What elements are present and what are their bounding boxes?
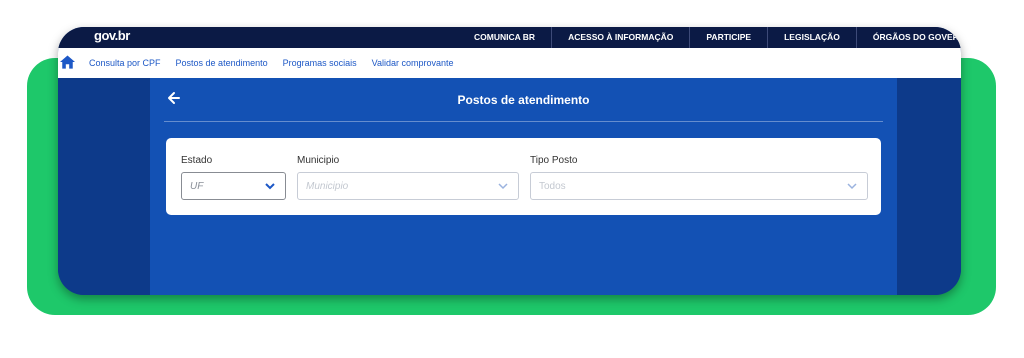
- topbar-link-acesso-informacao[interactable]: ACESSO À INFORMAÇÃO: [551, 27, 689, 48]
- municipio-select[interactable]: Municipio: [297, 172, 519, 200]
- nav-link-programas-sociais[interactable]: Programas sociais: [283, 48, 357, 78]
- nav-link-postos-atendimento[interactable]: Postos de atendimento: [176, 48, 268, 78]
- title-divider: [164, 121, 883, 122]
- home-icon[interactable]: [60, 55, 75, 69]
- page-title: Postos de atendimento: [457, 93, 590, 107]
- right-gutter: [897, 78, 961, 295]
- nav-links: Consulta por CPF Postos de atendimento P…: [89, 48, 469, 78]
- topbar-link-participe[interactable]: PARTICIPE: [689, 27, 767, 48]
- filter-card: Estado UF Municipio Municipio Tipo Posto…: [166, 138, 881, 215]
- estado-value: UF: [190, 181, 204, 192]
- govbr-logo[interactable]: gov.br: [94, 28, 130, 43]
- tipo-posto-placeholder: Todos: [539, 181, 566, 192]
- gov-topbar: gov.br COMUNICA BR ACESSO À INFORMAÇÃO P…: [58, 27, 961, 48]
- topbar-link-comunica[interactable]: COMUNICA BR: [458, 27, 551, 48]
- topbar-link-orgaos[interactable]: ÓRGÃOS DO GOVERNO: [855, 27, 961, 48]
- municipio-placeholder: Municipio: [306, 181, 349, 192]
- main-panel: Postos de atendimento Estado UF Municipi…: [150, 78, 897, 295]
- estado-label: Estado: [181, 155, 213, 166]
- left-gutter: [58, 78, 150, 295]
- topbar-links: COMUNICA BR ACESSO À INFORMAÇÃO PARTICIP…: [458, 27, 961, 48]
- tipo-posto-select[interactable]: Todos: [530, 172, 868, 200]
- municipio-label: Municipio: [297, 155, 340, 166]
- nav-link-consulta-cpf[interactable]: Consulta por CPF: [89, 48, 161, 78]
- chevron-down-icon: [265, 183, 275, 190]
- site-navbar: Consulta por CPF Postos de atendimento P…: [58, 48, 961, 79]
- topbar-link-legislacao[interactable]: LEGISLAÇÃO: [767, 27, 856, 48]
- nav-link-validar-comprovante[interactable]: Validar comprovante: [372, 48, 454, 78]
- chevron-down-icon: [498, 183, 508, 190]
- browser-window: gov.br COMUNICA BR ACESSO À INFORMAÇÃO P…: [58, 27, 961, 295]
- estado-select[interactable]: UF: [181, 172, 286, 200]
- chevron-down-icon: [847, 183, 857, 190]
- tipo-posto-label: Tipo Posto: [530, 155, 578, 166]
